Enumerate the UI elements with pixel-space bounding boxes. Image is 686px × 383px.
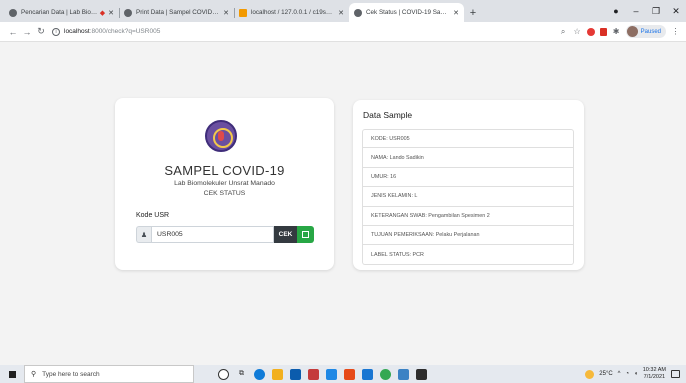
taskbar-apps: ⧉	[218, 368, 427, 380]
start-button[interactable]	[0, 365, 24, 383]
cek-button[interactable]: CEK	[274, 226, 297, 243]
close-tab-icon[interactable]: ✕	[453, 9, 459, 17]
audio-icon[interactable]: ◆	[100, 9, 105, 17]
extensions-puzzle-icon[interactable]: ✱	[612, 27, 621, 36]
list-item: KETERANGAN SWAB: Pengambilan Spesimen 2	[362, 206, 574, 226]
search-placeholder: Type here to search	[42, 370, 100, 378]
minimize-icon[interactable]: –	[626, 6, 646, 16]
tab-title: Pencarian Data | Lab Biomole	[21, 9, 98, 16]
app-icon[interactable]	[398, 368, 409, 380]
maximize-icon[interactable]: ❐	[646, 6, 666, 17]
list-item: TUJUAN PEMERIKSAAN: Pelaku Perjalanan	[362, 225, 574, 246]
zoom-icon[interactable]: ⌕	[559, 27, 568, 36]
list-item: UMUR: 16	[362, 167, 574, 188]
volume-icon[interactable]: ◖	[634, 371, 638, 377]
taskbar-search[interactable]: ⚲ Type here to search	[24, 365, 194, 383]
site-info-icon[interactable]: i	[52, 27, 60, 36]
close-window-icon[interactable]: ✕	[666, 6, 686, 17]
app-title: SAMPEL COVID-19	[164, 163, 285, 178]
task-view-icon[interactable]: ⧉	[236, 369, 247, 380]
tab-pencarian-data[interactable]: Pencarian Data | Lab Biomole ◆ ✕	[4, 3, 119, 22]
windows-icon	[8, 370, 16, 378]
unsrat-logo	[205, 120, 237, 152]
toolbar-right: ⌕ ☆ ✱ Paused ⋮	[559, 25, 680, 38]
reload-icon[interactable]: ↻	[34, 26, 48, 37]
photos-icon[interactable]	[416, 368, 427, 380]
user-icon: ♟	[136, 226, 151, 243]
system-tray: 25°C ^ ◔ ◖ 10:32 AM 7/1/2021	[585, 365, 680, 383]
data-sample-title: Data Sample	[363, 110, 413, 120]
clock[interactable]: 10:32 AM 7/1/2021	[643, 367, 666, 381]
list-item: JENIS KELAMIN: L	[362, 187, 574, 207]
account-icon[interactable]: ●	[606, 6, 626, 16]
date: 7/1/2021	[643, 374, 666, 380]
lab-name: Lab Biomolekuler Unsrat Manado	[174, 180, 275, 187]
vscode-icon[interactable]	[362, 368, 373, 380]
globe-icon	[124, 8, 132, 17]
extension-stop-icon[interactable]	[586, 27, 595, 36]
profile-status: Paused	[640, 28, 661, 35]
file-explorer-icon[interactable]	[272, 368, 283, 380]
bookmark-star-icon[interactable]: ☆	[573, 27, 582, 36]
phpmyadmin-icon	[239, 8, 247, 17]
globe-icon	[9, 8, 17, 17]
tab-title: Cek Status | COVID-19 Samples	[366, 9, 451, 16]
notification-icon[interactable]	[671, 370, 680, 378]
data-sample-card: Data Sample KODE: USR005 NAMA: Lando Sad…	[353, 100, 584, 270]
tab-cek-status[interactable]: Cek Status | COVID-19 Samples ✕	[349, 3, 464, 22]
data-sample-list: KODE: USR005 NAMA: Lando Sadikin UMUR: 1…	[362, 129, 574, 265]
back-icon[interactable]: ←	[6, 27, 20, 37]
windows-taskbar: ⚲ Type here to search ⧉ 25°C ^ ◔ ◖ 10:32…	[0, 365, 686, 383]
tab-phpmyadmin[interactable]: localhost / 127.0.0.1 / c19s_db | ... ✕	[234, 3, 349, 22]
browser-tab-strip: Pencarian Data | Lab Biomole ◆ ✕ Print D…	[0, 0, 686, 22]
url-path: :8000/check?q=USR005	[89, 28, 161, 35]
temperature[interactable]: 25°C	[599, 371, 612, 377]
cek-status-subtitle: CEK STATUS	[203, 190, 246, 197]
cortana-icon[interactable]	[218, 368, 229, 380]
mail-icon[interactable]	[326, 368, 337, 380]
chrome-icon[interactable]	[380, 368, 391, 380]
qr-scan-button[interactable]	[297, 226, 314, 243]
close-tab-icon[interactable]: ✕	[108, 9, 114, 17]
list-item: KODE: USR005	[362, 129, 574, 149]
close-tab-icon[interactable]: ✕	[338, 9, 344, 17]
kode-usr-input-group: ♟ CEK	[136, 226, 314, 243]
tab-print-data[interactable]: Print Data | Sampel COVID-19 ✕	[119, 3, 234, 22]
kode-usr-input[interactable]	[151, 226, 274, 243]
tray-chevron-icon[interactable]: ^	[618, 371, 621, 377]
office-icon[interactable]	[308, 368, 319, 380]
browser-toolbar: ← → ↻ i localhost:8000/check?q=USR005 ⌕ …	[0, 22, 686, 42]
cek-status-card: SAMPEL COVID-19 Lab Biomolekuler Unsrat …	[115, 98, 334, 270]
search-icon: ⚲	[31, 371, 37, 378]
kode-usr-label: Kode USR	[136, 212, 170, 219]
window-controls: ● – ❐ ✕	[606, 0, 686, 22]
tab-title: localhost / 127.0.0.1 / c19s_db | ...	[251, 9, 336, 16]
time: 10:32 AM	[642, 367, 666, 373]
forward-icon[interactable]: →	[20, 27, 34, 37]
globe-icon	[354, 8, 362, 17]
weather-icon[interactable]	[585, 369, 595, 379]
url-host: localhost	[64, 28, 90, 35]
sublime-icon[interactable]	[344, 368, 355, 380]
avatar	[626, 26, 638, 37]
profile-button[interactable]: Paused	[625, 25, 666, 38]
qr-code-icon	[302, 231, 309, 238]
extension-lock-icon[interactable]	[599, 27, 607, 36]
address-bar[interactable]: i localhost:8000/check?q=USR005	[52, 24, 559, 40]
close-tab-icon[interactable]: ✕	[223, 9, 229, 17]
menu-icon[interactable]: ⋮	[671, 27, 680, 36]
store-icon[interactable]	[290, 368, 301, 380]
list-item: LABEL STATUS: PCR	[362, 245, 574, 265]
tab-title: Print Data | Sampel COVID-19	[136, 9, 221, 16]
network-icon[interactable]: ◔	[626, 371, 630, 377]
page-content: SAMPEL COVID-19 Lab Biomolekuler Unsrat …	[0, 43, 686, 365]
edge-icon[interactable]	[254, 368, 265, 380]
list-item: NAMA: Lando Sadikin	[362, 148, 574, 168]
new-tab-button[interactable]: +	[464, 3, 482, 22]
